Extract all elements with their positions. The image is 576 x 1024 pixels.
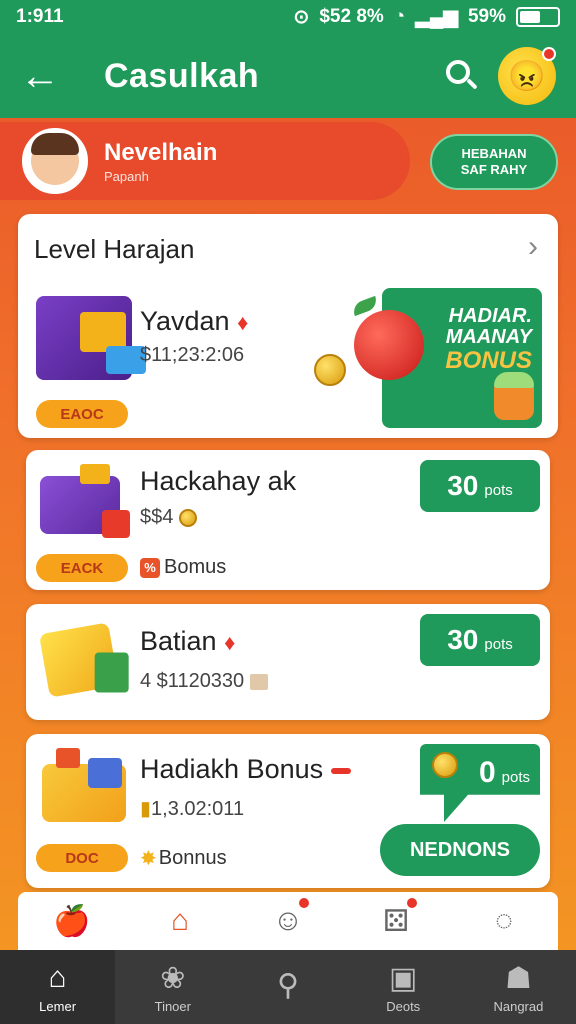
nav-label: Nangrad	[493, 998, 544, 1014]
promo-line2: MAANAY	[445, 326, 532, 348]
promo-line3: BONUS	[445, 347, 532, 374]
promo-line1: HADIAR.	[448, 305, 532, 327]
fruit-basket-icon[interactable]: 🍎	[51, 900, 93, 942]
item-title: Hadiakh Bonus	[140, 754, 351, 785]
mascot-avatar-icon[interactable]: 😠	[498, 47, 556, 105]
fire-icon: ♦	[237, 310, 249, 335]
nav-item-profile[interactable]: ☗ Nangrad	[461, 950, 576, 1024]
house-icon[interactable]: ⌂	[159, 900, 201, 942]
home-icon: ⌂	[48, 960, 67, 994]
bonus-icon: %	[140, 557, 160, 578]
nav-item-gift[interactable]: ❀ Tinoer	[115, 950, 230, 1024]
points-callout-text: 0 pots	[479, 756, 530, 790]
dice-icon[interactable]: ⚄	[375, 896, 419, 942]
points-value: 0	[478, 756, 496, 789]
suitcase-image	[40, 464, 130, 538]
points-button[interactable]: 30 pots	[420, 614, 540, 666]
item-title: Hackahay ak	[140, 466, 297, 496]
list-item[interactable]: Batian ♦ 4 $1120330 30 pots	[26, 604, 550, 720]
points-unit: pots	[484, 482, 513, 499]
gift-cart-image	[42, 748, 126, 822]
coin-icon: ▮	[140, 798, 152, 820]
list-item[interactable]: Hadiakh Bonus ▮1,3.02:011 DOC ✸ Bonnus 0p…	[26, 734, 550, 888]
list-item[interactable]: Hackahay ak $$4 EACK % Bomus 30 pots	[26, 450, 550, 590]
app-bar: ← Casulkah 😠	[0, 34, 576, 118]
apple-icon	[354, 310, 424, 380]
profile-name: Nevelhain	[104, 138, 218, 166]
level-item-tag: EAOC	[36, 400, 128, 428]
notification-dot	[297, 896, 311, 910]
item-tag: DOC	[36, 844, 128, 872]
shield-icon[interactable]: ◌	[483, 900, 525, 942]
ribbon-icon	[330, 767, 351, 774]
profile-action-button[interactable]: HEBAHAN SAF RAHY	[430, 134, 558, 190]
nav-label: Deots	[386, 998, 421, 1014]
status-time: 1:911	[16, 6, 64, 27]
nav-label: Lemer	[39, 998, 77, 1014]
product-box-image	[36, 296, 146, 380]
nav-item-home[interactable]: ⌂ Lemer	[0, 950, 116, 1024]
profile-icon: ☗	[504, 961, 532, 995]
box-icon: ▣	[389, 961, 418, 995]
level-heading: Level Harajan	[34, 234, 195, 264]
points-unit: pots	[484, 636, 513, 653]
cell-signal-icon: ▂▄▆	[415, 6, 458, 28]
nav-item-deots[interactable]: ▣ Deots	[346, 950, 461, 1024]
wifi-icon: ◔	[393, 6, 406, 27]
points-value: 30	[447, 624, 479, 655]
notification-dot	[542, 47, 556, 61]
profile-subtitle: Papanh	[104, 168, 149, 184]
bonus-promo-banner[interactable]: HADIAR. MAANAY BONUS	[350, 288, 542, 428]
mascot-face-icon[interactable]: ☺	[267, 896, 311, 942]
item-value: $$4	[140, 506, 197, 529]
back-arrow-icon[interactable]: ←	[20, 54, 70, 99]
profile-strip: Nevelhain Papanh	[0, 122, 410, 200]
profile-button-line1: HEBAHAN	[461, 145, 527, 161]
bonus-label: % Bomus	[140, 556, 226, 579]
bonus-label: ✸ Bonnus	[140, 847, 227, 870]
nav-label: Tinoer	[154, 998, 191, 1014]
status-bar: 1:911 ⊙ $52 8% ◔ ▂▄▆ 59%	[0, 0, 576, 34]
item-tag: EACK	[36, 554, 128, 582]
level-card[interactable]: Level Harajan › Yavdan ♦ $11;23:2:06 EAO…	[18, 214, 558, 438]
status-signal-text: $52 8%	[319, 6, 384, 27]
chevron-right-icon[interactable]: ›	[528, 230, 538, 264]
item-value: 4 $1120330	[140, 670, 268, 693]
notification-dot	[405, 896, 419, 910]
gift-box-image	[38, 622, 129, 698]
sparkle-icon: ✸	[140, 848, 157, 870]
package-icon	[249, 673, 268, 690]
gift-icon: ❀	[160, 961, 186, 995]
shortcut-icon-row: 🍎 ⌂ ☺ ⚄ ◌	[18, 892, 558, 950]
points-value: 30	[447, 470, 479, 501]
cup-icon	[494, 372, 534, 420]
points-button[interactable]: 30 pots	[420, 460, 540, 512]
level-item-title: Yavdan ♦	[140, 306, 249, 336]
coin-icon	[178, 508, 197, 527]
item-title: Batian ♦	[140, 626, 236, 656]
search-icon[interactable]	[440, 56, 480, 96]
search-icon: ⚲	[277, 969, 299, 1002]
profile-button-line2: SAF RAHY	[460, 162, 528, 177]
battery-percent: 59%	[467, 6, 506, 27]
bottom-nav: ⌂ Lemer ❀ Tinoer ⚲ ▣ Deots ☗ Nangrad	[0, 950, 576, 1024]
item-value: ▮1,3.02:011	[140, 798, 245, 820]
fire-icon: ♦	[224, 630, 236, 655]
points-unit: pots	[501, 769, 530, 786]
avatar[interactable]	[22, 128, 88, 194]
coin-icon	[432, 752, 458, 778]
level-item-value: $11;23:2:06	[140, 344, 245, 366]
battery-icon	[516, 7, 560, 27]
nednons-button[interactable]: NEDNONS	[380, 824, 540, 876]
alarm-icon: ⊙	[293, 6, 310, 28]
nav-item-search[interactable]: ⚲	[230, 950, 345, 1024]
page-title: Casulkah	[104, 56, 260, 95]
coin-icon	[314, 354, 346, 386]
